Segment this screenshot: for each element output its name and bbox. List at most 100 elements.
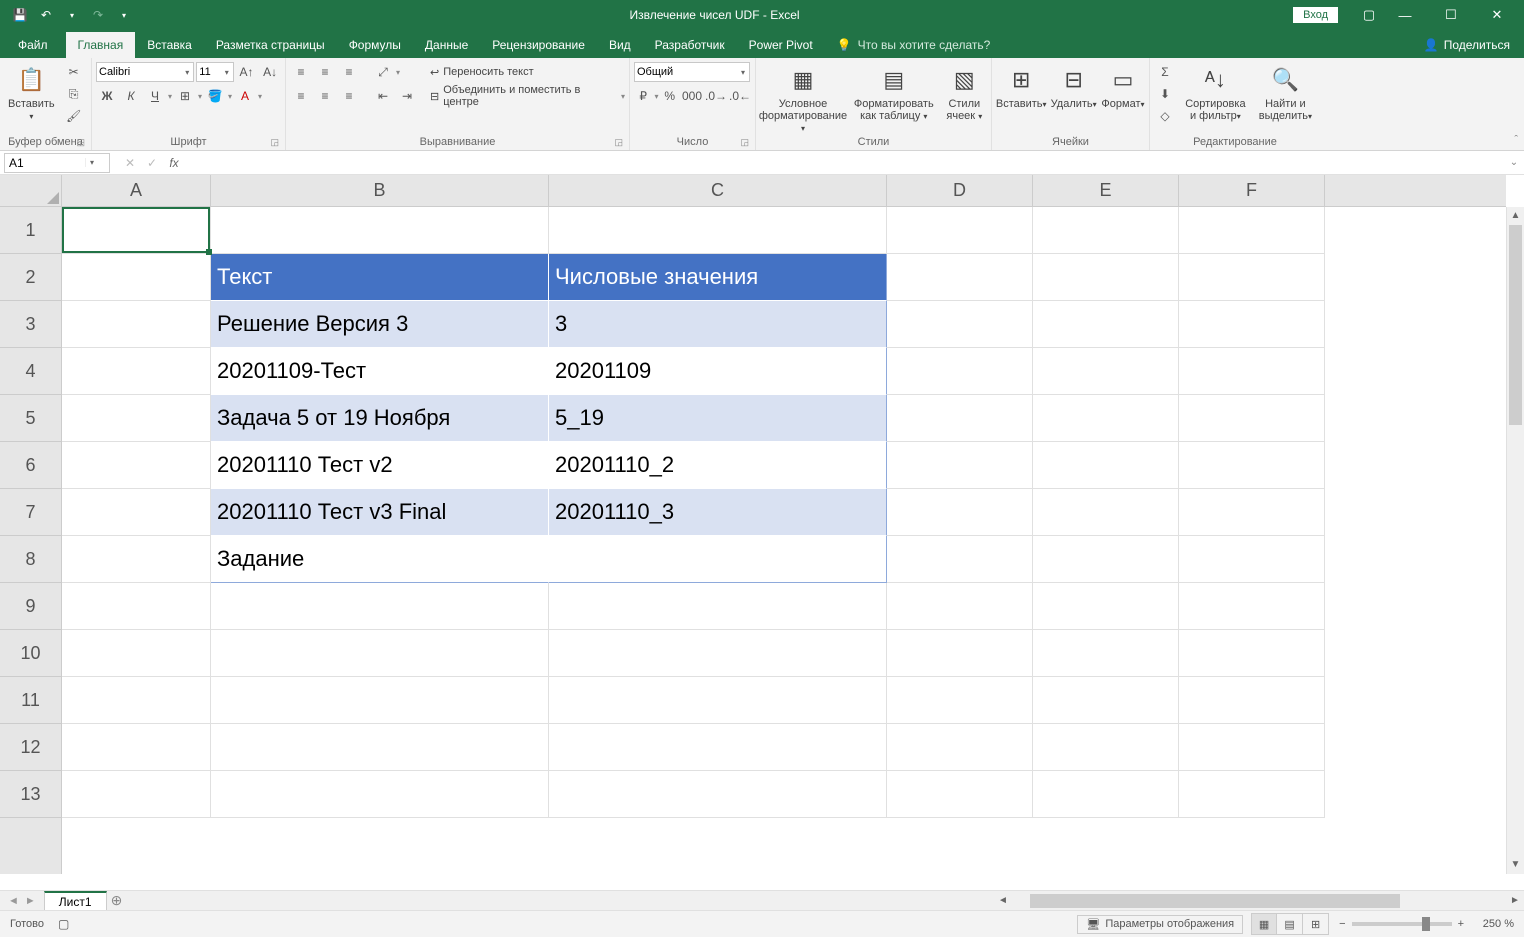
cell[interactable]: [1179, 771, 1325, 818]
cell[interactable]: [549, 677, 887, 724]
cell[interactable]: [1033, 583, 1179, 630]
cell[interactable]: [62, 207, 211, 254]
cell[interactable]: [1033, 395, 1179, 442]
cancel-formula-icon[interactable]: ✕: [120, 156, 140, 170]
cell[interactable]: [549, 630, 887, 677]
select-all-corner[interactable]: [0, 175, 62, 207]
row-header[interactable]: 8: [0, 536, 61, 583]
cell[interactable]: [887, 254, 1033, 301]
cell[interactable]: [1033, 442, 1179, 489]
cell[interactable]: 5_19: [549, 395, 887, 442]
name-box[interactable]: ▾: [4, 153, 110, 173]
cell[interactable]: [211, 207, 549, 254]
clear-icon[interactable]: ◇: [1154, 106, 1176, 126]
column-header[interactable]: C: [549, 175, 887, 206]
merge-center-button[interactable]: ⊟ Объединить и поместить в центре ▾: [430, 86, 625, 106]
undo-dropdown-icon[interactable]: ▾: [60, 4, 84, 26]
cell[interactable]: [1179, 489, 1325, 536]
cell[interactable]: [211, 724, 549, 771]
normal-view-icon[interactable]: ▦: [1251, 913, 1277, 935]
cell[interactable]: [1033, 771, 1179, 818]
font-color-icon[interactable]: A: [234, 86, 256, 106]
scroll-down-icon[interactable]: ▼: [1507, 856, 1524, 874]
cell[interactable]: [887, 630, 1033, 677]
cell[interactable]: Числовые значения: [549, 254, 887, 301]
cell[interactable]: [549, 583, 887, 630]
scroll-up-icon[interactable]: ▲: [1507, 207, 1524, 225]
cell[interactable]: [62, 724, 211, 771]
align-right-icon[interactable]: ≡: [338, 86, 360, 106]
format-painter-icon[interactable]: 🖌: [63, 106, 85, 126]
increase-font-icon[interactable]: A↑: [236, 62, 258, 82]
cell[interactable]: [1179, 348, 1325, 395]
cut-icon[interactable]: ✂: [63, 62, 85, 82]
borders-icon[interactable]: ⊞: [174, 86, 196, 106]
column-header[interactable]: F: [1179, 175, 1325, 206]
cell[interactable]: [887, 442, 1033, 489]
cell[interactable]: [887, 207, 1033, 254]
cell[interactable]: [1033, 724, 1179, 771]
tab-home[interactable]: Главная: [66, 32, 136, 58]
cell[interactable]: 20201110 Тест v3 Final: [211, 489, 549, 536]
format-as-table-button[interactable]: ▤ Форматировать как таблицу ▾: [850, 62, 938, 124]
cell[interactable]: [1033, 348, 1179, 395]
cell[interactable]: [887, 724, 1033, 771]
increase-decimal-icon[interactable]: .0→: [705, 86, 727, 106]
zoom-percent[interactable]: 250 %: [1470, 918, 1514, 930]
cell[interactable]: [62, 254, 211, 301]
increase-indent-icon[interactable]: ⇥: [396, 86, 418, 106]
cell[interactable]: [549, 724, 887, 771]
formula-input[interactable]: [190, 153, 1504, 173]
number-launcher-icon[interactable]: ◲: [740, 137, 749, 148]
cell[interactable]: [211, 583, 549, 630]
cell[interactable]: [1033, 254, 1179, 301]
underline-button[interactable]: Ч: [144, 86, 166, 106]
cell[interactable]: 3: [549, 301, 887, 348]
font-launcher-icon[interactable]: ◲: [270, 137, 279, 148]
cell[interactable]: [62, 489, 211, 536]
cell[interactable]: [1179, 301, 1325, 348]
cell[interactable]: 20201109: [549, 348, 887, 395]
share-button[interactable]: 👤 Поделиться: [1410, 32, 1524, 58]
cell[interactable]: [62, 536, 211, 583]
scroll-right-icon[interactable]: ►: [1506, 895, 1524, 906]
tab-insert[interactable]: Вставка: [135, 32, 204, 58]
cell[interactable]: [549, 207, 887, 254]
row-header[interactable]: 12: [0, 724, 61, 771]
tell-me[interactable]: 💡 Что вы хотите сделать?: [825, 32, 1003, 58]
row-header[interactable]: 7: [0, 489, 61, 536]
save-icon[interactable]: 💾: [8, 4, 32, 26]
cell[interactable]: 20201110_3: [549, 489, 887, 536]
zoom-slider[interactable]: [1352, 922, 1452, 926]
number-format-input[interactable]: [637, 66, 739, 78]
close-button[interactable]: ✕: [1474, 1, 1520, 29]
cell[interactable]: [887, 301, 1033, 348]
tab-power-pivot[interactable]: Power Pivot: [737, 32, 825, 58]
cell[interactable]: Решение Версия 3: [211, 301, 549, 348]
row-header[interactable]: 11: [0, 677, 61, 724]
decrease-decimal-icon[interactable]: .0←: [729, 86, 751, 106]
cell[interactable]: [1033, 489, 1179, 536]
align-bottom-icon[interactable]: ≡: [338, 62, 360, 82]
name-box-dropdown-icon[interactable]: ▾: [85, 158, 98, 167]
zoom-out-button[interactable]: −: [1339, 918, 1345, 930]
row-header[interactable]: 2: [0, 254, 61, 301]
bold-button[interactable]: Ж: [96, 86, 118, 106]
cell[interactable]: [1179, 395, 1325, 442]
hscroll-thumb[interactable]: [1030, 894, 1400, 908]
column-header[interactable]: E: [1033, 175, 1179, 206]
format-cells-button[interactable]: ▭Формат▾: [1101, 62, 1145, 112]
ribbon-display-options-icon[interactable]: ▢: [1356, 7, 1382, 23]
find-select-button[interactable]: 🔍Найти и выделить▾: [1255, 62, 1316, 124]
align-left-icon[interactable]: ≡: [290, 86, 312, 106]
cell[interactable]: [1033, 677, 1179, 724]
fill-icon[interactable]: ⬇: [1154, 84, 1176, 104]
name-box-input[interactable]: [5, 156, 85, 170]
align-top-icon[interactable]: ≡: [290, 62, 312, 82]
orientation-icon[interactable]: ⤢: [372, 62, 394, 82]
font-name-input[interactable]: [99, 66, 183, 78]
cell[interactable]: [62, 630, 211, 677]
conditional-formatting-button[interactable]: ▦ Условное форматирование ▾: [760, 62, 846, 136]
row-header[interactable]: 10: [0, 630, 61, 677]
row-header[interactable]: 4: [0, 348, 61, 395]
